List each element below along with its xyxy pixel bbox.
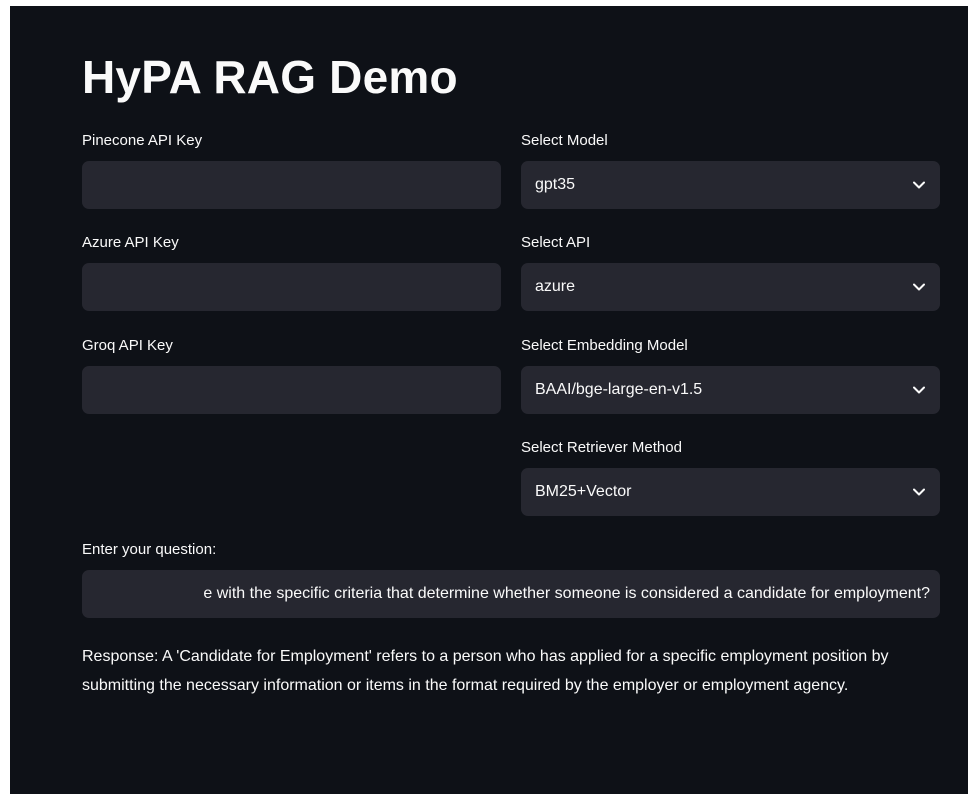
select-embedding-model-value: BAAI/bge-large-en-v1.5 bbox=[535, 381, 703, 398]
chevron-down-icon bbox=[912, 178, 926, 192]
page-title: HyPA RAG Demo bbox=[82, 51, 458, 103]
azure-api-key-input[interactable] bbox=[82, 263, 501, 311]
select-model-label: Select Model bbox=[521, 132, 608, 149]
pinecone-api-key-input[interactable] bbox=[82, 161, 501, 209]
select-api-label: Select API bbox=[521, 234, 591, 251]
select-embedding-model-label: Select Embedding Model bbox=[521, 337, 688, 354]
chevron-down-icon bbox=[912, 485, 926, 499]
groq-api-key-label: Groq API Key bbox=[82, 337, 173, 354]
select-api-dropdown[interactable]: azure bbox=[521, 263, 940, 311]
select-api-value: azure bbox=[535, 278, 576, 295]
app-container: HyPA RAG Demo Pinecone API Key Azure API… bbox=[10, 6, 968, 794]
select-embedding-model-dropdown[interactable]: BAAI/bge-large-en-v1.5 bbox=[521, 366, 940, 414]
select-retriever-method-label: Select Retriever Method bbox=[521, 439, 682, 456]
chevron-down-icon bbox=[912, 280, 926, 294]
question-label: Enter your question: bbox=[82, 541, 217, 558]
select-model-value: gpt35 bbox=[535, 176, 576, 193]
select-retriever-method-dropdown[interactable]: BM25+Vector bbox=[521, 468, 940, 516]
select-retriever-method-value: BM25+Vector bbox=[535, 483, 632, 500]
azure-api-key-label: Azure API Key bbox=[82, 234, 179, 251]
pinecone-api-key-label: Pinecone API Key bbox=[82, 132, 203, 149]
chevron-down-icon bbox=[912, 383, 926, 397]
groq-api-key-input[interactable] bbox=[82, 366, 501, 414]
select-model-dropdown[interactable]: gpt35 bbox=[521, 161, 940, 209]
question-input[interactable]: e with the specific criteria that determ… bbox=[82, 570, 940, 618]
response-text: Response: A 'Candidate for Employment' r… bbox=[82, 648, 889, 694]
question-input-value: e with the specific criteria that determ… bbox=[203, 585, 930, 602]
